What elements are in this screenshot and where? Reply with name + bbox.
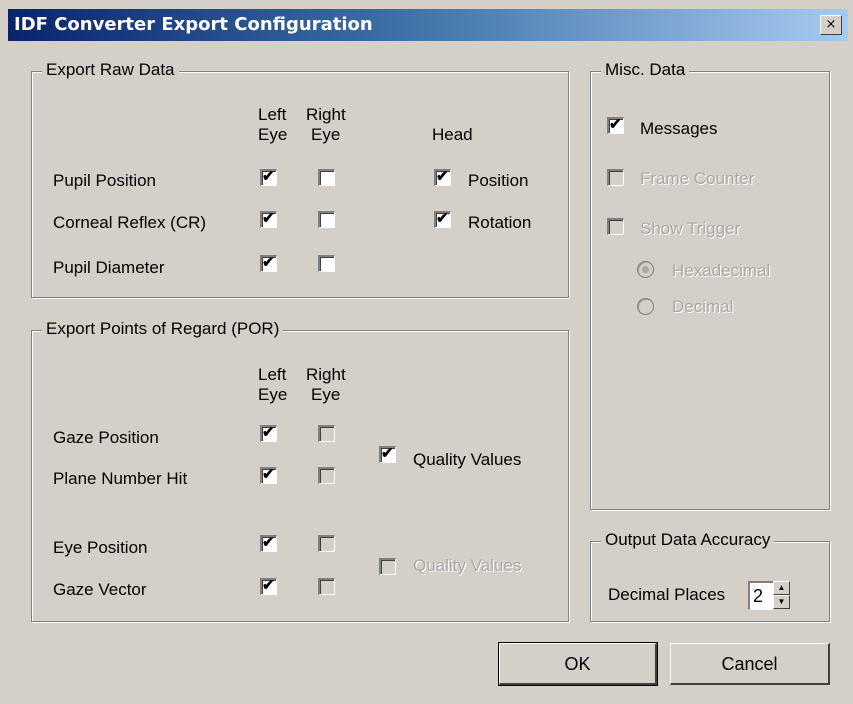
decimal-radio[interactable] — [637, 298, 654, 315]
head-position-checkbox[interactable]: ✔ — [434, 168, 451, 186]
raw-head-header: Head — [432, 125, 473, 144]
por-row-gaze-position: Gaze Position — [53, 428, 159, 447]
raw-left-eye-header-2: Eye — [258, 125, 288, 144]
raw-right-eye-header-2: Eye — [311, 125, 341, 144]
quality-values-label[interactable]: Quality Values — [413, 450, 521, 470]
raw-row-pupil-diameter: Pupil Diameter — [53, 258, 165, 277]
raw-cr-left-checkbox[interactable]: ✔ — [260, 210, 277, 228]
quality-values-checkbox[interactable]: ✔ — [379, 445, 396, 463]
raw-pupil-left-checkbox[interactable]: ✔ — [260, 168, 277, 186]
output-data-accuracy-legend: Output Data Accuracy — [601, 530, 775, 550]
frame-counter-label[interactable]: Frame Counter — [640, 169, 754, 189]
por-row-gaze-vector: Gaze Vector — [53, 580, 147, 599]
raw-left-eye-header-1: Left — [258, 105, 287, 124]
por-eye-left-checkbox[interactable]: ✔ — [260, 534, 277, 552]
export-por-legend: Export Points of Regard (POR) — [42, 319, 284, 339]
title-bar[interactable]: IDF Converter Export Configuration × — [8, 9, 848, 41]
head-position-label[interactable]: Position — [468, 171, 528, 191]
por-left-eye-header-1: Left — [258, 365, 287, 384]
raw-row-pupil-position: Pupil Position — [53, 171, 157, 190]
hexadecimal-label[interactable]: Hexadecimal — [672, 261, 770, 281]
por-right-eye-header-1: Right — [306, 365, 346, 384]
ok-button[interactable]: OK — [498, 642, 658, 686]
raw-diameter-left-checkbox[interactable]: ✔ — [260, 254, 277, 272]
frame-counter-checkbox[interactable]: ✔ — [607, 169, 624, 186]
spin-down-icon[interactable]: ▼ — [773, 595, 790, 609]
por-plane-left-checkbox[interactable]: ✔ — [260, 466, 277, 484]
dialog-window: IDF Converter Export Configuration × Exp… — [0, 0, 853, 704]
por-left-eye-header-2: Eye — [258, 385, 288, 404]
cancel-button[interactable]: Cancel — [670, 643, 830, 685]
quality-values-2-checkbox[interactable]: ✔ — [379, 558, 396, 575]
close-button[interactable]: × — [820, 15, 842, 35]
messages-label[interactable]: Messages — [640, 119, 717, 139]
head-rotation-checkbox[interactable]: ✔ — [434, 210, 451, 228]
raw-pupil-right-checkbox[interactable]: ✔ — [318, 169, 335, 186]
export-raw-data-legend: Export Raw Data — [42, 60, 179, 80]
raw-row-corneal-reflex: Corneal Reflex (CR) — [53, 213, 207, 232]
head-rotation-label[interactable]: Rotation — [468, 213, 531, 233]
decimal-places-input[interactable]: 2 — [748, 581, 774, 610]
por-gaze-right-checkbox[interactable]: ✔ — [318, 425, 335, 442]
decimal-label[interactable]: Decimal — [672, 297, 733, 317]
por-gaze-left-checkbox[interactable]: ✔ — [260, 424, 277, 442]
por-vector-left-checkbox[interactable]: ✔ — [260, 577, 277, 595]
show-trigger-checkbox[interactable]: ✔ — [607, 218, 624, 235]
por-plane-right-checkbox[interactable]: ✔ — [318, 467, 335, 484]
por-eye-right-checkbox[interactable]: ✔ — [318, 535, 335, 552]
por-row-eye-position: Eye Position — [53, 538, 148, 557]
show-trigger-label[interactable]: Show Trigger — [640, 219, 740, 239]
por-right-eye-header-2: Eye — [311, 385, 341, 404]
raw-right-eye-header-1: Right — [306, 105, 346, 124]
por-row-plane-number-hit: Plane Number Hit — [53, 469, 188, 488]
hexadecimal-radio[interactable] — [637, 261, 654, 278]
raw-cr-right-checkbox[interactable]: ✔ — [318, 211, 335, 228]
quality-values-2-label[interactable]: Quality Values — [413, 556, 521, 576]
window-title: IDF Converter Export Configuration — [14, 14, 373, 35]
por-vector-right-checkbox[interactable]: ✔ — [318, 578, 335, 595]
spin-up-icon[interactable]: ▲ — [773, 581, 790, 595]
misc-data-legend: Misc. Data — [601, 60, 690, 80]
decimal-places-spinner[interactable]: ▲ ▼ — [773, 581, 790, 609]
raw-diameter-right-checkbox[interactable]: ✔ — [318, 255, 335, 272]
messages-checkbox[interactable]: ✔ — [607, 116, 624, 134]
output-data-accuracy-group: Output Data Accuracy — [590, 530, 830, 622]
decimal-places-label: Decimal Places — [608, 585, 726, 604]
